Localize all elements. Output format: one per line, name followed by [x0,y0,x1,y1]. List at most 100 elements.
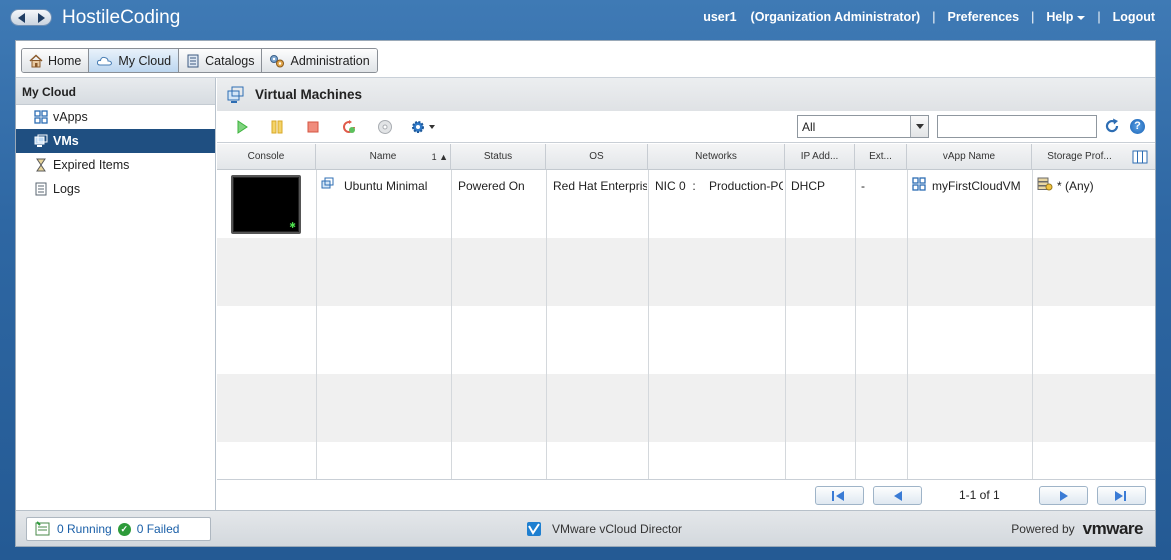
footer: 0 Running ✓ 0 Failed VMware vCloud Direc… [16,510,1155,546]
admin-gears-icon [270,54,285,67]
first-page-button[interactable] [815,486,864,505]
vm-ext: - [861,179,865,193]
running-tasks-icon [35,521,50,536]
sidebar-item-vapps[interactable]: vApps [16,105,215,129]
table-row-empty [217,306,1155,374]
column-header-label: Name [369,151,397,162]
back-arrow-icon[interactable] [17,12,25,23]
last-page-icon [1115,491,1123,501]
suspend-icon[interactable] [269,119,285,135]
preferences-link[interactable]: Preferences [947,10,1019,24]
next-page-icon [1060,491,1068,501]
sort-asc-icon: 1 ▲ [431,152,448,162]
main-tabs: Home My Cloud Catalogs Administration [21,48,378,73]
prev-page-button[interactable] [873,486,922,505]
vm-icon [34,134,48,147]
column-header-status[interactable]: Status [451,144,546,170]
column-header-console[interactable]: Console [217,144,316,170]
home-icon [29,53,43,67]
power-on-icon[interactable] [234,119,250,135]
check-icon: ✓ [117,522,131,536]
sidebar-item-label: VMs [53,134,79,148]
pagination: 1-1 of 1 [217,479,1155,510]
sidebar-item-expired[interactable]: Expired Items [16,153,215,177]
sidebar-item-logs[interactable]: Logs [16,177,215,201]
table-row-empty [217,442,1155,479]
sidebar-item-vms[interactable]: VMs [16,129,215,153]
chevron-down-icon[interactable] [910,116,928,137]
actions-gear-icon[interactable] [410,119,436,135]
current-user: user1 [703,10,737,24]
vm-toolbar: All ? [217,111,1155,143]
log-icon [35,182,47,196]
reset-icon[interactable] [341,119,357,135]
column-header-storage[interactable]: Storage Prof... [1032,144,1127,170]
vapp-icon [34,110,48,124]
vm-icon [227,86,244,103]
column-divider [907,170,908,479]
help-menu[interactable]: Help [1046,10,1086,24]
console-thumbnail[interactable]: ✱ [231,175,301,234]
sidebar-title: My Cloud [16,78,215,105]
task-status[interactable]: 0 Running ✓ 0 Failed [26,517,211,541]
vm-table: Console Name 1 ▲ Status OS Networks IP A… [217,144,1155,479]
tab-label: Home [48,53,82,68]
view-filter-select[interactable]: All [797,115,929,138]
sidebar: My Cloud vApps VMs Expired Items Logs [16,78,216,510]
failed-count: 0 Failed [136,522,180,536]
top-menu: user1 (Organization Administrator) | Pre… [703,10,1155,24]
tab-label: Catalogs [205,53,255,68]
column-divider [1032,170,1033,479]
column-header-vapp[interactable]: vApp Name [907,144,1032,170]
vm-storage-profile: * (Any) [1057,179,1094,193]
storage-profile-icon [1037,177,1053,191]
user-role: (Organization Administrator) [750,10,921,24]
vm-vapp-name[interactable]: myFirstCloudVM [932,179,1032,193]
column-header-os[interactable]: OS [546,144,648,170]
vm-status: Powered On [458,179,525,193]
sidebar-item-label: Expired Items [53,158,130,172]
first-page-icon [832,491,834,501]
catalog-icon [187,54,199,67]
help-icon[interactable]: ? [1130,119,1145,134]
search-input[interactable] [937,115,1097,138]
table-body: ✱ Ubuntu Minimal Powered On Red Hat Ente… [217,170,1155,479]
column-divider [546,170,547,479]
table-header: Console Name 1 ▲ Status OS Networks IP A… [217,144,1155,170]
insert-media-icon[interactable] [377,119,393,135]
column-header-name[interactable]: Name 1 ▲ [316,144,451,170]
column-divider [648,170,649,479]
tab-my-cloud[interactable]: My Cloud [89,49,180,72]
main-frame: Home My Cloud Catalogs Administration My… [15,40,1156,547]
top-bar: HostileCoding user1 (Organization Admini… [0,0,1171,36]
tab-administration[interactable]: Administration [262,49,377,72]
sidebar-item-label: vApps [53,110,88,124]
tab-catalogs[interactable]: Catalogs [179,49,263,72]
hourglass-icon [36,158,46,172]
last-page-button[interactable] [1097,486,1146,505]
vmware-logo: vmware [1082,519,1144,538]
content-header: Virtual Machines [217,78,1155,111]
logout-link[interactable]: Logout [1113,10,1155,24]
vcloud-logo-icon [527,522,541,536]
column-header-networks[interactable]: Networks [648,144,785,170]
column-divider [316,170,317,479]
forward-arrow-icon[interactable] [37,12,45,23]
tabs-bar: Home My Cloud Catalogs Administration [16,41,1155,78]
column-divider [855,170,856,479]
table-row[interactable]: ✱ Ubuntu Minimal Powered On Red Hat Ente… [217,170,1155,238]
column-header-ip[interactable]: IP Add... [785,144,855,170]
filter-value: All [802,120,816,134]
running-count: 0 Running [57,522,112,536]
column-chooser-icon[interactable] [1132,150,1148,164]
prev-page-icon [894,491,902,501]
next-page-button[interactable] [1039,486,1088,505]
power-off-icon[interactable] [305,119,321,135]
column-header-ext[interactable]: Ext... [855,144,907,170]
org-brand: HostileCoding [62,7,181,28]
vm-name[interactable]: Ubuntu Minimal [344,179,448,193]
powered-by: Powered by vmware [1011,519,1143,539]
tab-label: My Cloud [118,53,172,68]
tab-home[interactable]: Home [22,49,90,72]
refresh-icon[interactable] [1104,118,1120,134]
